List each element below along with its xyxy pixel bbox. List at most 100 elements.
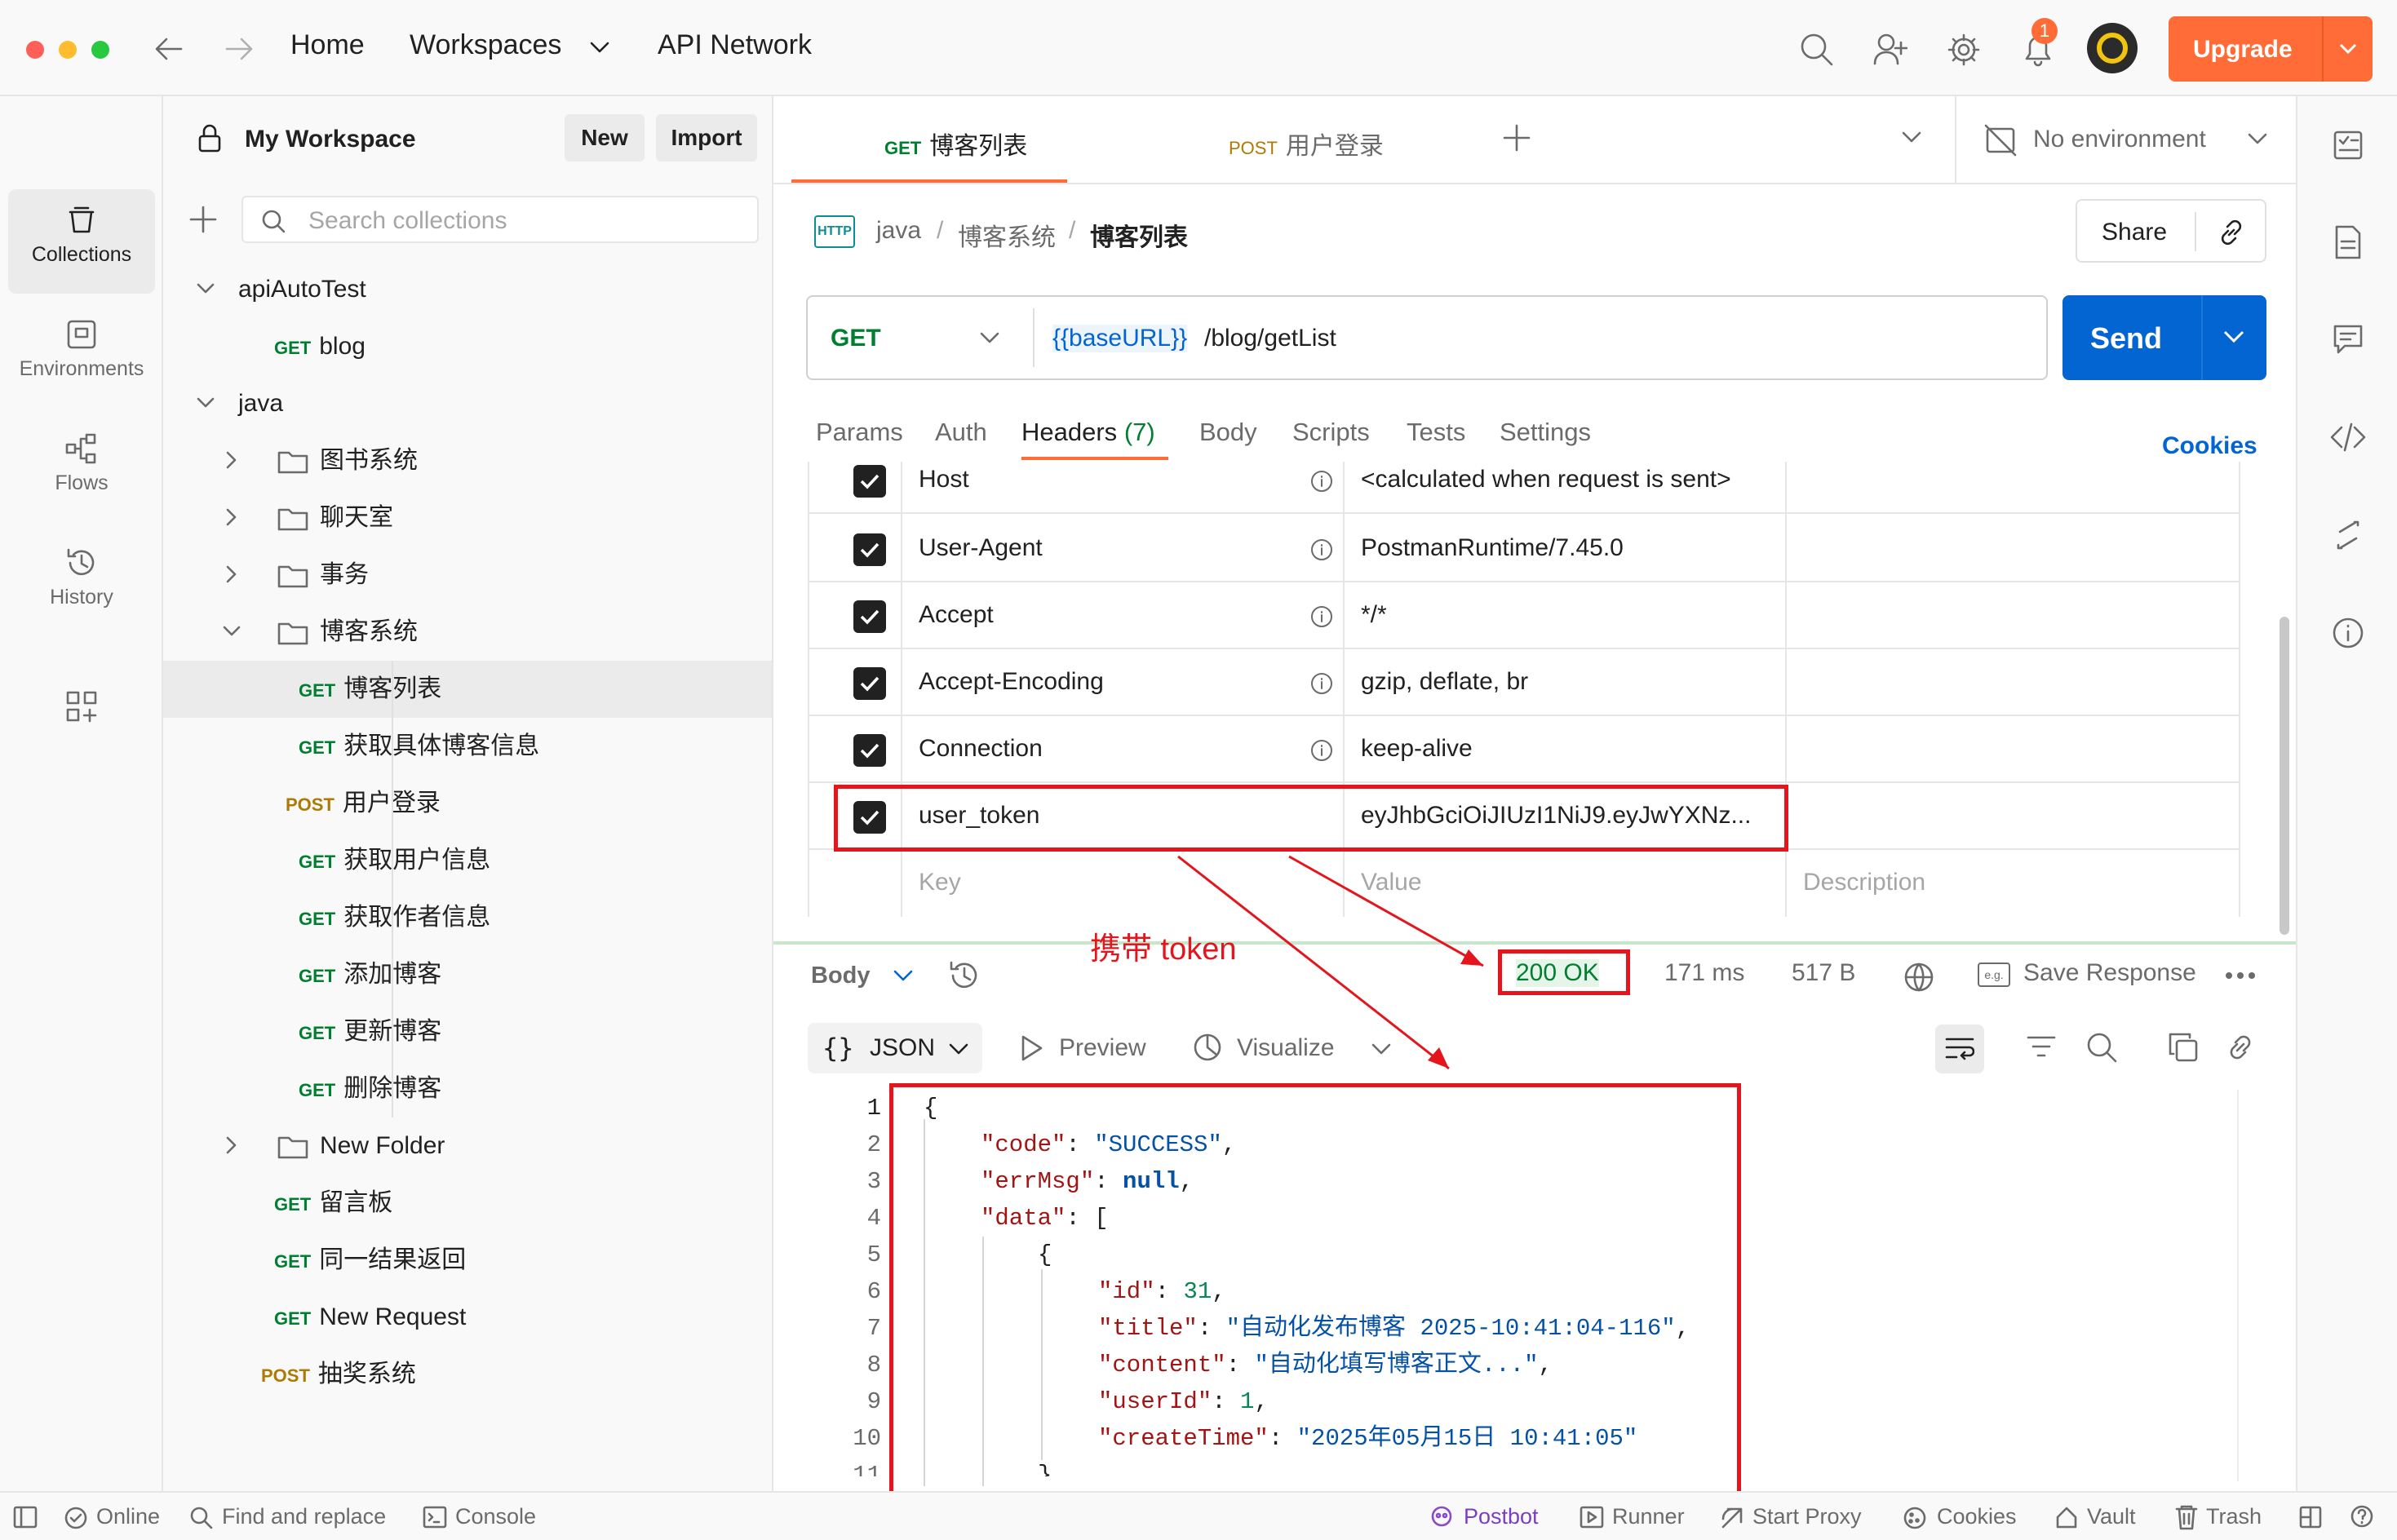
- search-icon[interactable]: [1800, 33, 1834, 67]
- online-status[interactable]: Online: [96, 1504, 160, 1529]
- close-window-button[interactable]: [26, 41, 44, 59]
- header-checkbox[interactable]: [853, 734, 886, 767]
- more-options-icon[interactable]: [2224, 971, 2257, 980]
- share-button[interactable]: Share: [2102, 219, 2167, 246]
- tree-request-blog-list[interactable]: GET博客列表: [163, 661, 772, 718]
- tab-headers[interactable]: Headers (7): [1021, 418, 1155, 447]
- layout-split-icon[interactable]: [2299, 1506, 2322, 1529]
- tab-user-login[interactable]: POST 用户登录: [1126, 96, 1477, 183]
- header-checkbox[interactable]: [853, 667, 886, 700]
- tab-body[interactable]: Body: [1199, 418, 1257, 447]
- tab-blog-list[interactable]: GET 博客列表: [791, 96, 1067, 183]
- rail-history[interactable]: History: [8, 532, 155, 636]
- chevron-down-icon[interactable]: [222, 622, 241, 641]
- cookies-button[interactable]: Cookies: [1937, 1504, 2017, 1529]
- tree-request-delete-blog[interactable]: GET删除博客: [163, 1060, 772, 1117]
- related-collections-icon[interactable]: [2333, 519, 2363, 551]
- chevron-right-icon[interactable]: [222, 1135, 241, 1155]
- response-body-label[interactable]: Body: [811, 962, 871, 989]
- chevron-down-icon[interactable]: [2222, 330, 2245, 346]
- tree-collection-java[interactable]: java: [163, 375, 772, 432]
- tab-auth[interactable]: Auth: [935, 418, 987, 447]
- info-icon[interactable]: [1310, 470, 1333, 493]
- info-icon[interactable]: [1310, 739, 1333, 762]
- chevron-down-icon[interactable]: [196, 279, 215, 299]
- header-value[interactable]: keep-alive: [1361, 716, 1473, 781]
- maximize-window-button[interactable]: [91, 41, 109, 59]
- find-replace-button[interactable]: Find and replace: [222, 1504, 386, 1529]
- vault-button[interactable]: Vault: [2087, 1504, 2136, 1529]
- header-key[interactable]: Accept: [919, 582, 994, 648]
- tree-folder-books[interactable]: 图书系统: [163, 432, 772, 489]
- info-icon[interactable]: [1310, 605, 1333, 628]
- header-checkbox[interactable]: [853, 465, 886, 498]
- tree-request-add-blog[interactable]: GET添加博客: [163, 946, 772, 1003]
- copy-icon[interactable]: [2167, 1031, 2200, 1064]
- runner-button[interactable]: Runner: [1612, 1504, 1685, 1529]
- chevron-down-icon[interactable]: [2338, 42, 2358, 55]
- tree-folder-chat[interactable]: 聊天室: [163, 489, 772, 547]
- header-key[interactable]: Host: [919, 447, 969, 512]
- code-snippet-icon[interactable]: [2330, 421, 2366, 454]
- tree-request-new-request[interactable]: GET New Request: [163, 1289, 772, 1346]
- console-button[interactable]: Console: [455, 1504, 536, 1529]
- network-globe-icon[interactable]: [1903, 961, 1935, 993]
- api-network-link[interactable]: API Network: [658, 29, 812, 61]
- help-icon[interactable]: [2350, 1504, 2374, 1529]
- minimize-window-button[interactable]: [59, 41, 77, 59]
- visualize-button[interactable]: Visualize: [1237, 1034, 1335, 1062]
- environment-selector[interactable]: No environment: [1966, 96, 2296, 183]
- info-icon[interactable]: [2332, 617, 2364, 649]
- response-status[interactable]: 200 OK: [1516, 959, 1599, 987]
- header-value[interactable]: PostmanRuntime/7.45.0: [1361, 516, 1624, 581]
- header-key[interactable]: Connection: [919, 716, 1043, 781]
- header-key[interactable]: Accept-Encoding: [919, 649, 1104, 715]
- header-value[interactable]: */*: [1361, 582, 1387, 648]
- new-button[interactable]: New: [565, 114, 645, 162]
- header-checkbox[interactable]: [853, 600, 886, 633]
- tree-request-message-board[interactable]: GET 留言板: [163, 1175, 772, 1232]
- chevron-right-icon[interactable]: [222, 564, 241, 584]
- tree-folder-new-folder[interactable]: New Folder: [163, 1117, 772, 1175]
- tree-request-blog-detail[interactable]: GET 获取具体博客信息: [163, 718, 772, 775]
- chevron-down-icon[interactable]: [589, 41, 610, 55]
- tree-request-update-blog[interactable]: GET更新博客: [163, 1003, 772, 1060]
- breadcrumb-folder[interactable]: 博客系统: [958, 217, 1056, 253]
- avatar[interactable]: [2087, 23, 2138, 73]
- tree-request-user-login[interactable]: POST用户登录: [163, 775, 772, 832]
- invite-user-icon[interactable]: [1873, 33, 1907, 67]
- comments-icon[interactable]: [2332, 323, 2364, 356]
- info-icon[interactable]: [1310, 538, 1333, 561]
- save-response-button[interactable]: Save Response: [2023, 959, 2196, 987]
- api-docs-icon[interactable]: [2332, 129, 2364, 162]
- breadcrumb-collection[interactable]: java: [876, 217, 921, 245]
- info-icon[interactable]: [1310, 672, 1333, 695]
- response-divider[interactable]: [773, 941, 2296, 945]
- filter-icon[interactable]: [2027, 1034, 2056, 1060]
- header-checkbox[interactable]: [853, 533, 886, 566]
- start-proxy-button[interactable]: Start Proxy: [1752, 1504, 1862, 1529]
- response-size[interactable]: 517 B: [1792, 959, 1855, 987]
- tree-request-blog[interactable]: GET blog: [163, 318, 772, 375]
- new-tab-plus-icon[interactable]: [1503, 124, 1531, 152]
- format-json-select[interactable]: {} JSON: [808, 1023, 982, 1073]
- tree-folder-blog-system[interactable]: 博客系统: [163, 604, 772, 661]
- tab-scripts[interactable]: Scripts: [1292, 418, 1370, 447]
- tree-request-unified-result[interactable]: GET 同一结果返回: [163, 1232, 772, 1289]
- chevron-right-icon[interactable]: [222, 507, 241, 527]
- tree-request-author-info[interactable]: GET 获取作者信息: [163, 889, 772, 946]
- rail-environments[interactable]: Environments: [8, 303, 155, 408]
- tree-collection-apiAutoTest[interactable]: apiAutoTest: [163, 261, 772, 318]
- tree-folder-transactions[interactable]: 事务: [163, 547, 772, 604]
- preview-button[interactable]: Preview: [1059, 1034, 1146, 1062]
- chevron-down-icon[interactable]: [196, 393, 215, 413]
- url-input[interactable]: {{baseURL}} /blog/getList: [1052, 297, 2040, 378]
- back-arrow-icon[interactable]: [153, 36, 183, 62]
- trash-button[interactable]: Trash: [2206, 1504, 2262, 1529]
- add-collection-icon[interactable]: [189, 206, 217, 233]
- rail-collections[interactable]: Collections: [8, 189, 155, 294]
- chevron-down-icon[interactable]: [1901, 131, 1922, 145]
- chevron-down-icon[interactable]: [893, 969, 914, 984]
- new-header-description-input[interactable]: Description: [1803, 850, 1925, 915]
- postbot-button[interactable]: Postbot: [1464, 1504, 1539, 1529]
